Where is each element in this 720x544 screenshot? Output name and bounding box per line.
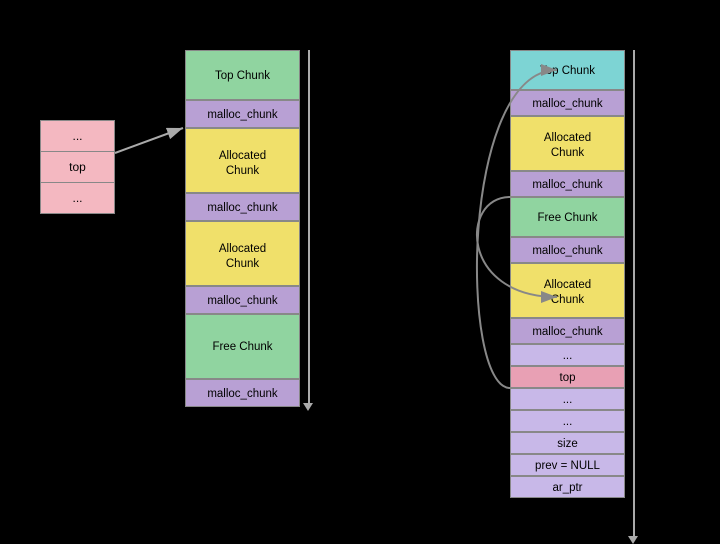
left-malloc2: malloc_chunk — [185, 193, 300, 221]
left-arrow-line — [308, 50, 310, 407]
right-dots2: ... — [510, 388, 625, 410]
left-alloc1: AllocatedChunk — [185, 128, 300, 193]
left-malloc1: malloc_chunk — [185, 100, 300, 128]
right-size: size — [510, 432, 625, 454]
right-dots3: ... — [510, 410, 625, 432]
right-prev: prev = NULL — [510, 454, 625, 476]
col-left: Top Chunk malloc_chunk AllocatedChunk ma… — [185, 50, 300, 407]
left-malloc4: malloc_chunk — [185, 379, 300, 407]
right-top-chunk: Top Chunk — [510, 50, 625, 90]
right-arrow-head — [628, 536, 638, 544]
struct-box: ... top ... — [40, 120, 115, 214]
diagram: ... top ... Top Chunk malloc_chunk Alloc… — [0, 0, 720, 540]
right-malloc1: malloc_chunk — [510, 90, 625, 116]
left-free: Free Chunk — [185, 314, 300, 379]
right-top-field: top — [510, 366, 625, 388]
struct-row-dots1: ... — [41, 121, 114, 152]
right-malloc2: malloc_chunk — [510, 171, 625, 197]
right-arrow-line — [633, 50, 635, 540]
left-malloc3: malloc_chunk — [185, 286, 300, 314]
right-dots1: ... — [510, 344, 625, 366]
right-alloc2: AllocatedChunk — [510, 263, 625, 318]
struct-row-dots2: ... — [41, 183, 114, 213]
left-alloc2: AllocatedChunk — [185, 221, 300, 286]
struct-row-top: top — [41, 152, 114, 183]
right-malloc3: malloc_chunk — [510, 237, 625, 263]
left-top-chunk: Top Chunk — [185, 50, 300, 100]
right-alloc1: AllocatedChunk — [510, 116, 625, 171]
left-arrow-head — [303, 403, 313, 411]
right-malloc4: malloc_chunk — [510, 318, 625, 344]
right-ar-ptr: ar_ptr — [510, 476, 625, 498]
col-right: Top Chunk malloc_chunk AllocatedChunk ma… — [510, 50, 625, 498]
right-free: Free Chunk — [510, 197, 625, 237]
